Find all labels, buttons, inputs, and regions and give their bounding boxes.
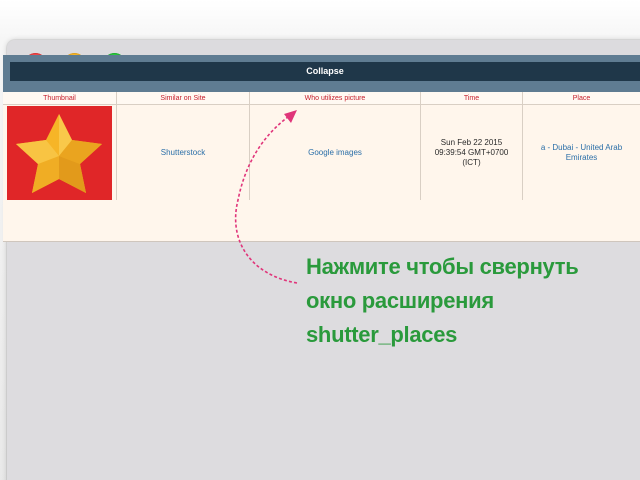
annotation-text: Нажмите чтобы свернуть окно расширения s… [306, 250, 636, 352]
annotation-line-2: окно расширения [306, 288, 494, 313]
annotation-line-3: shutter_places [306, 322, 458, 347]
annotation-line-1: Нажмите чтобы свернуть [306, 254, 579, 279]
annotation-arrow [234, 110, 298, 284]
